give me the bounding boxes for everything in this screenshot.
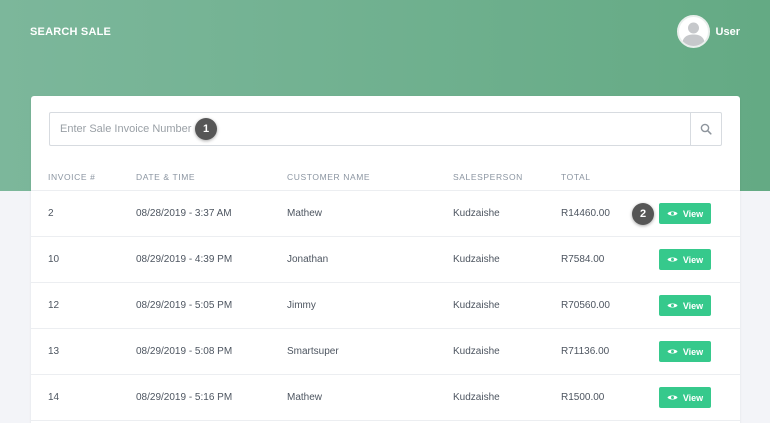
date-time-cell: 08/29/2019 - 5:16 PM [136,392,233,403]
invoice-cell: 13 [48,346,60,357]
table-row: 2 08/28/2019 - 3:37 AM Mathew Kudzaishe … [31,191,740,237]
user-menu[interactable]: User [676,15,740,48]
salesperson-cell: Kudzaishe [453,300,500,311]
salesperson-cell: Kudzaishe [453,208,500,219]
total-cell: R71136.00 [561,346,610,357]
view-button[interactable]: View [659,203,711,224]
salesperson-cell: Kudzaishe [453,346,500,357]
view-button-label: View [682,300,704,311]
view-button[interactable]: View [659,387,711,408]
step-badge-2: 2 [632,203,654,225]
customer-cell: Jimmy [287,300,316,311]
search-sale-card: 1 INVOICE # DATE & TIME CUSTOMER NAME SA… [31,96,740,423]
eye-icon [667,211,678,216]
search-bar [49,112,722,146]
sales-table: INVOICE # DATE & TIME CUSTOMER NAME SALE… [31,162,740,421]
invoice-cell: 2 [48,208,54,219]
view-button-label: View [682,208,704,219]
date-time-cell: 08/29/2019 - 4:39 PM [136,254,233,265]
total-cell: R7584.00 [561,254,605,265]
view-button-label: View [682,254,704,265]
eye-icon [667,303,678,308]
eye-icon [667,349,678,354]
column-header-invoice: INVOICE # [48,172,96,182]
customer-cell: Mathew [287,392,323,403]
eye-icon [667,395,678,400]
eye-icon [667,257,678,262]
user-avatar-icon [676,15,710,48]
invoice-search-input[interactable] [50,113,690,145]
invoice-cell: 10 [48,254,60,265]
view-button[interactable]: View [659,341,711,362]
view-button-label: View [682,392,704,403]
table-row: 12 08/29/2019 - 5:05 PM Jimmy Kudzaishe … [31,283,740,329]
invoice-cell: 12 [48,300,60,311]
date-time-cell: 08/29/2019 - 5:08 PM [136,346,233,357]
date-time-cell: 08/28/2019 - 3:37 AM [136,208,232,219]
table-row: 13 08/29/2019 - 5:08 PM Smartsuper Kudza… [31,329,740,375]
table-row: 10 08/29/2019 - 4:39 PM Jonathan Kudzais… [31,237,740,283]
salesperson-cell: Kudzaishe [453,392,500,403]
total-cell: R70560.00 [561,300,610,311]
customer-cell: Smartsuper [287,346,339,357]
table-header: INVOICE # DATE & TIME CUSTOMER NAME SALE… [31,162,740,191]
view-button-label: View [682,346,704,357]
customer-cell: Jonathan [287,254,329,265]
search-icon [700,123,712,135]
search-button[interactable] [690,113,721,145]
total-cell: R14460.00 [561,208,610,219]
table-row: 14 08/29/2019 - 5:16 PM Mathew Kudzaishe… [31,375,740,421]
user-name: User [715,25,740,38]
invoice-cell: 14 [48,392,60,403]
total-cell: R1500.00 [561,392,605,403]
view-button[interactable]: View [659,295,711,316]
customer-cell: Mathew [287,208,323,219]
column-header-total: TOTAL [561,172,591,182]
column-header-salesperson: SALESPERSON [453,172,523,182]
salesperson-cell: Kudzaishe [453,254,500,265]
column-header-customer-name: CUSTOMER NAME [287,172,371,182]
column-header-date-time: DATE & TIME [136,172,196,182]
page-title: SEARCH SALE [30,26,112,38]
date-time-cell: 08/29/2019 - 5:05 PM [136,300,233,311]
step-badge-1: 1 [195,118,217,140]
view-button[interactable]: View [659,249,711,270]
